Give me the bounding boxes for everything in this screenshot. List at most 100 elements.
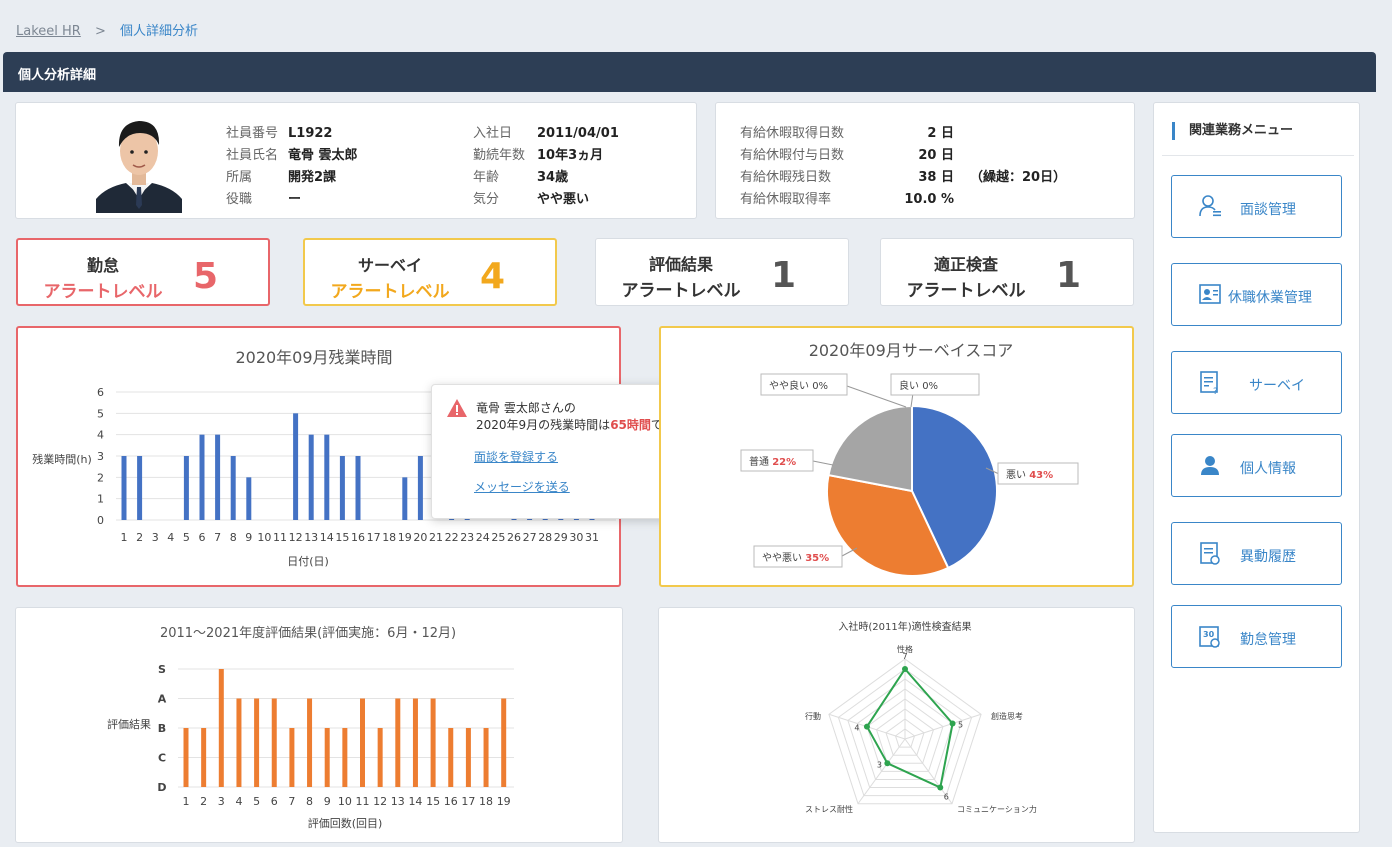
page-title: 個人分析詳細 bbox=[18, 68, 97, 83]
radar-axis-label: コミュニケーション力 bbox=[957, 804, 1037, 814]
x-tick-label: 31 bbox=[585, 531, 599, 544]
alert-level-label: アラートレベル bbox=[906, 281, 1026, 301]
y-tick-label: 0 bbox=[97, 514, 104, 527]
leave-field-value: 38 日 bbox=[918, 170, 954, 185]
leave-field-value: 10.0 % bbox=[904, 192, 954, 207]
bar bbox=[215, 434, 221, 520]
alert-level-number: 4 bbox=[480, 256, 506, 297]
bar bbox=[308, 434, 314, 520]
radar-value-label: 3 bbox=[877, 760, 882, 769]
y-tick-label: 3 bbox=[97, 450, 104, 463]
profile-field-label: 気分 bbox=[473, 192, 500, 207]
profile-field-label: 年齢 bbox=[473, 170, 500, 185]
menu-button-label: 面談管理 bbox=[1240, 202, 1296, 218]
x-tick-label: 8 bbox=[306, 795, 313, 808]
x-tick-label: 4 bbox=[235, 795, 242, 808]
svg-text:30: 30 bbox=[1203, 630, 1215, 639]
chart-title: 2020年09月サーベイスコア bbox=[809, 341, 1014, 360]
x-tick-label: 1 bbox=[121, 531, 128, 544]
aptitude-radar-chart: 入社時(2011年)適性検査結果75634性格創造思考コミュニケーション力ストレ… bbox=[805, 620, 1037, 814]
x-tick-label: 29 bbox=[554, 531, 568, 544]
bar bbox=[230, 456, 236, 520]
menu-button-0[interactable]: 面談管理 bbox=[1171, 175, 1342, 238]
chart-title: 2011～2021年度評価結果(評価実施：6月・12月) bbox=[160, 625, 456, 641]
profile-field-label: 所属 bbox=[226, 170, 253, 185]
x-tick-label: 20 bbox=[413, 531, 427, 544]
x-tick-label: 17 bbox=[461, 795, 475, 808]
bar bbox=[137, 456, 143, 520]
x-tick-label: 15 bbox=[335, 531, 349, 544]
x-tick-label: 3 bbox=[152, 531, 159, 544]
x-tick-label: 19 bbox=[497, 795, 511, 808]
menu-button-4[interactable]: 異動履歴 bbox=[1171, 522, 1342, 585]
attendance-alert-box[interactable]: 勤怠 アラートレベル 5 bbox=[16, 238, 270, 306]
bar bbox=[430, 698, 436, 787]
bar bbox=[501, 698, 507, 787]
x-tick-label: 4 bbox=[167, 531, 174, 544]
x-tick-label: 9 bbox=[245, 531, 252, 544]
radar-point bbox=[902, 666, 908, 672]
register-interview-link[interactable]: 面談を登録する bbox=[474, 448, 558, 465]
bar bbox=[183, 456, 189, 520]
profile-field-value: 10年3ヵ月 bbox=[537, 148, 604, 163]
employee-photo bbox=[96, 109, 182, 213]
bar bbox=[289, 728, 295, 787]
bar bbox=[395, 698, 401, 787]
survey-alert-box[interactable]: サーベイ アラートレベル 4 bbox=[303, 238, 557, 306]
bar bbox=[121, 456, 127, 520]
evaluation-alert-box[interactable]: 評価結果 アラートレベル 1 bbox=[595, 238, 849, 306]
radar-point bbox=[949, 720, 956, 727]
breadcrumb-home-link[interactable]: Lakeel HR bbox=[16, 24, 81, 39]
x-axis-label: 評価回数(回目) bbox=[308, 816, 383, 830]
pie-label: やや悪い 35% bbox=[762, 552, 829, 564]
radar-point bbox=[863, 723, 870, 730]
alert-title: 評価結果 bbox=[648, 255, 713, 274]
y-tick-label: 5 bbox=[97, 407, 104, 420]
x-tick-label: 18 bbox=[479, 795, 493, 808]
page-title-bar: 個人分析詳細 bbox=[3, 52, 1376, 92]
menu-button-5[interactable]: 30 勤怠管理 bbox=[1171, 605, 1342, 668]
x-tick-label: 28 bbox=[538, 531, 552, 544]
profile-field-value: 竜骨 雲太郎 bbox=[288, 148, 358, 163]
x-axis-label: 日付(日) bbox=[287, 555, 329, 568]
x-tick-label: 12 bbox=[373, 795, 387, 808]
x-tick-label: 5 bbox=[183, 531, 190, 544]
leave-field-label: 有給休暇取得日数 bbox=[740, 126, 845, 141]
alert-title: 適正検査 bbox=[933, 255, 998, 274]
x-tick-label: 7 bbox=[288, 795, 295, 808]
aptitude-alert-box[interactable]: 適正検査 アラートレベル 1 bbox=[880, 238, 1134, 306]
menu-button-label: 休職休業管理 bbox=[1228, 290, 1312, 306]
transfer-history-icon bbox=[1200, 542, 1220, 565]
x-tick-label: 13 bbox=[391, 795, 405, 808]
profile-field: 勤続年数 10年3ヵ月 bbox=[473, 144, 603, 163]
radar-value-label: 4 bbox=[854, 724, 859, 733]
interview-user-icon bbox=[1199, 195, 1221, 217]
x-tick-label: 16 bbox=[444, 795, 458, 808]
radar-point bbox=[937, 784, 944, 791]
x-tick-label: 14 bbox=[408, 795, 422, 808]
profile-card: 社員番号 L1922 社員氏名 竜骨 雲太郎 所属 開発2課 役職 ー 入社日 2011/04/… bbox=[15, 102, 697, 219]
x-tick-label: 11 bbox=[273, 531, 287, 544]
pie-label: 悪い 43% bbox=[1006, 469, 1053, 481]
x-tick-label: 25 bbox=[491, 531, 505, 544]
x-tick-label: 17 bbox=[367, 531, 381, 544]
profile-field-value: 開発2課 bbox=[288, 170, 337, 185]
profile-field: 気分 やや悪い bbox=[473, 188, 589, 207]
y-tick-label: B bbox=[158, 722, 166, 735]
profile-field: 社員氏名 竜骨 雲太郎 bbox=[226, 144, 358, 163]
bar bbox=[377, 728, 383, 787]
menu-button-3[interactable]: 個人情報 bbox=[1171, 434, 1342, 497]
bar bbox=[402, 477, 408, 520]
bar bbox=[483, 728, 489, 787]
profile-field: 社員番号 L1922 bbox=[226, 122, 332, 141]
evaluation-bar-chart: 2011～2021年度評価結果(評価実施：6月・12月)DCBAS評価結果1 2 3… bbox=[107, 625, 514, 830]
bar bbox=[360, 698, 365, 787]
send-message-link[interactable]: メッセージを送る bbox=[474, 478, 570, 495]
y-axis-label: 評価結果 bbox=[107, 717, 151, 731]
bar bbox=[254, 698, 260, 787]
pie-label-pct: 0% bbox=[812, 381, 828, 392]
leave-management-icon bbox=[1199, 284, 1221, 304]
chart-title: 入社時(2011年)適性検査結果 bbox=[838, 620, 971, 633]
menu-button-1[interactable]: 休職休業管理 bbox=[1171, 263, 1342, 326]
menu-button-2[interactable]: ? サーベイ bbox=[1171, 351, 1342, 414]
